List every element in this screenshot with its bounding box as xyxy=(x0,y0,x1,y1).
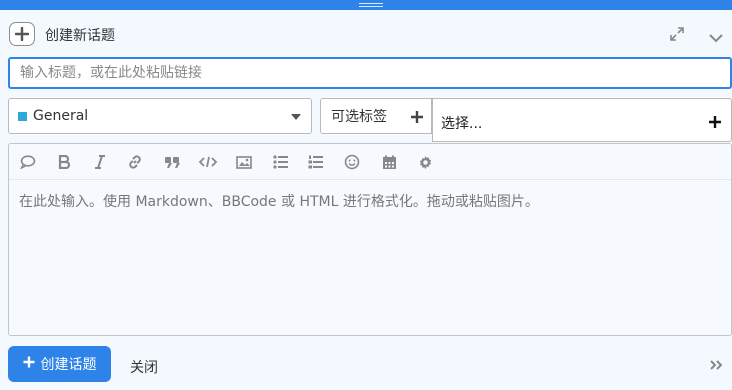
gear-icon[interactable] xyxy=(416,153,434,171)
composer-action-title: 创建新话题 xyxy=(45,28,115,44)
editor-textarea[interactable]: 在此处输入。使用 Markdown、BBCode 或 HTML 进行格式化。拖动… xyxy=(19,191,539,211)
tag-chooser[interactable]: 选择... xyxy=(432,98,732,142)
create-topic-label: 创建话题 xyxy=(40,357,97,373)
expand-icon[interactable] xyxy=(670,26,684,41)
blockquote-icon[interactable] xyxy=(163,153,181,171)
plus-icon xyxy=(23,356,35,372)
composer-top-bar[interactable] xyxy=(0,0,732,10)
calendar-icon[interactable] xyxy=(380,153,398,171)
link-icon[interactable] xyxy=(126,153,144,171)
editor-container: 在此处输入。使用 Markdown、BBCode 或 HTML 进行格式化。拖动… xyxy=(8,143,732,336)
caret-down-icon xyxy=(291,114,301,120)
new-topic-plus-icon xyxy=(9,22,35,46)
optional-tags-dropdown[interactable]: 可选标签 xyxy=(320,98,432,134)
code-icon[interactable] xyxy=(199,153,217,171)
image-icon[interactable] xyxy=(235,153,253,171)
chevron-down-icon[interactable] xyxy=(709,28,723,43)
italic-icon[interactable] xyxy=(91,153,109,171)
resize-grip-icon[interactable] xyxy=(359,3,383,8)
double-chevron-right-icon[interactable] xyxy=(709,357,723,371)
category-select-label: General xyxy=(33,108,89,124)
topic-title-input[interactable] xyxy=(8,57,732,89)
optional-tags-label: 可选标签 xyxy=(331,109,387,125)
category-color-badge xyxy=(18,111,27,121)
quote-bubble-icon[interactable] xyxy=(19,153,37,171)
create-topic-button[interactable]: 创建话题 xyxy=(8,346,111,382)
tag-chooser-label: 选择... xyxy=(441,116,483,132)
close-button[interactable]: 关闭 xyxy=(130,357,158,377)
editor-toolbar xyxy=(9,144,731,180)
bullet-list-icon[interactable] xyxy=(272,153,290,171)
bold-icon[interactable] xyxy=(55,153,73,171)
numbered-list-icon[interactable] xyxy=(307,153,325,171)
category-select[interactable]: General xyxy=(8,98,312,134)
emoji-icon[interactable] xyxy=(343,153,361,171)
plus-icon xyxy=(410,109,424,123)
plus-icon xyxy=(708,114,722,128)
